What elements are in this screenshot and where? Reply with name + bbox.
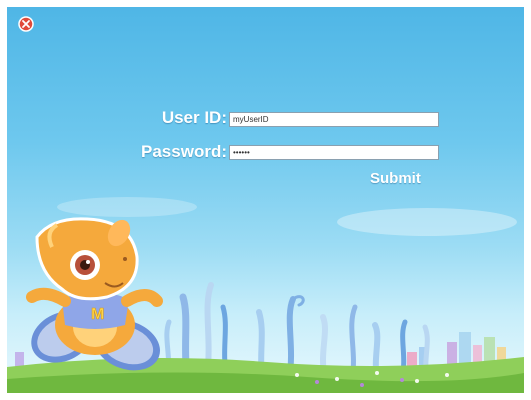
user-id-label: User ID: <box>161 108 227 127</box>
shirt-letter: M <box>91 306 104 323</box>
password-input[interactable] <box>229 145 439 160</box>
user-id-input[interactable] <box>229 112 439 127</box>
mascot-character: M <box>26 217 163 371</box>
password-label: Password: <box>141 142 227 161</box>
submit-button[interactable]: Submit <box>370 170 421 187</box>
close-icon[interactable] <box>18 16 34 32</box>
login-window: M User ID: Password: Submit <box>7 7 524 393</box>
background-scene: M <box>7 197 524 393</box>
